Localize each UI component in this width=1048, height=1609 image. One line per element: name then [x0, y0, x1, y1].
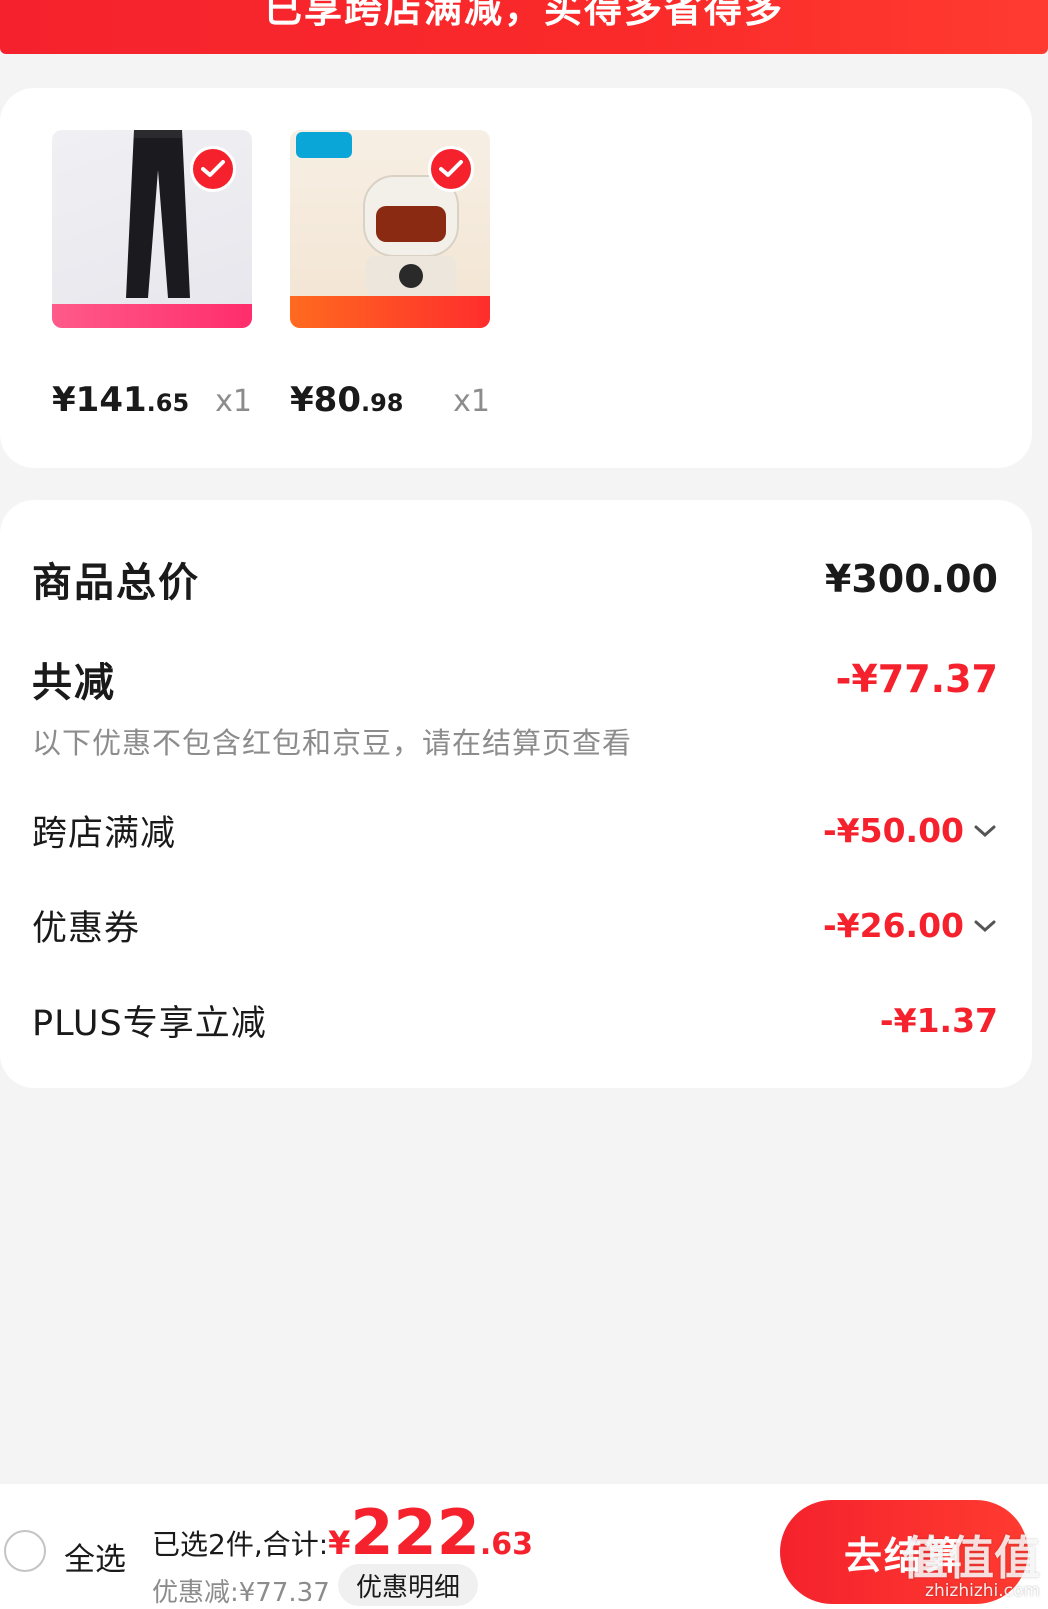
- pants-image: [126, 130, 190, 298]
- brand-logo: [296, 132, 352, 158]
- discount-row-coupon[interactable]: 优惠券 -¥26.00: [32, 900, 998, 951]
- total-integer: 222: [350, 1496, 480, 1569]
- total-reduction-label: 共减: [32, 660, 116, 706]
- discount-detail-button[interactable]: 优惠明细: [338, 1564, 479, 1606]
- discount-value: -¥50.00: [823, 811, 998, 850]
- price-summary-card: 商品总价 ¥300.00 共减 -¥77.37 以下优惠不包含红包和京豆，请在结…: [0, 500, 1032, 1088]
- discount-value: -¥1.37: [879, 1001, 998, 1040]
- total-reduction-value: -¥77.37: [835, 657, 998, 701]
- price-row: ¥80.98 x1: [290, 380, 490, 420]
- product-item[interactable]: ¥141.65 x1: [52, 130, 252, 420]
- products-card: ¥141.65 x1 ¥80.98 x1: [0, 88, 1032, 468]
- discount-label: PLUS专享立减: [32, 1004, 267, 1044]
- total-price-label: 商品总价: [32, 560, 200, 606]
- select-all-radio-icon[interactable]: [4, 1530, 46, 1572]
- product-price: ¥80.98: [290, 380, 404, 420]
- discount-label: 优惠券: [32, 909, 141, 949]
- product-price: ¥141.65: [52, 380, 190, 420]
- watermark: 值值值 zhizhizhi.com: [902, 1535, 1040, 1601]
- product-quantity: x1: [215, 384, 252, 419]
- checkout-bar: 全选 已选2件,合计: ¥ 222 .63 优惠减:¥77.37 优惠明细 去结…: [0, 1484, 1048, 1609]
- product-item[interactable]: ¥80.98 x1: [290, 130, 490, 420]
- check-icon[interactable]: [428, 146, 474, 192]
- chevron-down-icon[interactable]: [972, 821, 998, 841]
- discount-note: 以下优惠不包含红包和京豆，请在结算页查看: [32, 726, 633, 760]
- currency-symbol: ¥: [328, 1524, 351, 1562]
- check-icon[interactable]: [190, 146, 236, 192]
- total-price-row: 商品总价 ¥300.00: [32, 550, 998, 608]
- product-thumbnail[interactable]: [52, 130, 252, 328]
- discount-row-plus: PLUS专享立减 -¥1.37: [32, 995, 998, 1046]
- banner-text: 已享跨店满减，买得多省得多: [263, 0, 784, 31]
- total-decimal: .63: [479, 1527, 533, 1562]
- chevron-down-icon[interactable]: [972, 916, 998, 936]
- total-price-value: ¥300.00: [824, 557, 998, 601]
- discount-summary: 优惠减:¥77.37: [152, 1578, 330, 1608]
- promo-strip: [290, 296, 490, 328]
- selected-count-label: 已选2件,合计:: [152, 1528, 329, 1561]
- promo-banner: 已享跨店满减，买得多省得多: [0, 0, 1048, 54]
- product-quantity: x1: [453, 384, 490, 419]
- promo-strip: [52, 304, 252, 328]
- price-row: ¥141.65 x1: [52, 380, 252, 420]
- product-thumbnail[interactable]: [290, 130, 490, 328]
- discount-value: -¥26.00: [823, 906, 998, 945]
- watermark-text: 值值值: [902, 1531, 1040, 1585]
- select-all-label[interactable]: 全选: [64, 1534, 126, 1579]
- discount-label: 跨店满减: [32, 814, 177, 854]
- cart-total: 已选2件,合计: ¥ 222 .63: [152, 1502, 533, 1564]
- total-reduction-row: 共减 -¥77.37: [32, 650, 998, 708]
- discount-row-cross-store[interactable]: 跨店满减 -¥50.00: [32, 805, 998, 856]
